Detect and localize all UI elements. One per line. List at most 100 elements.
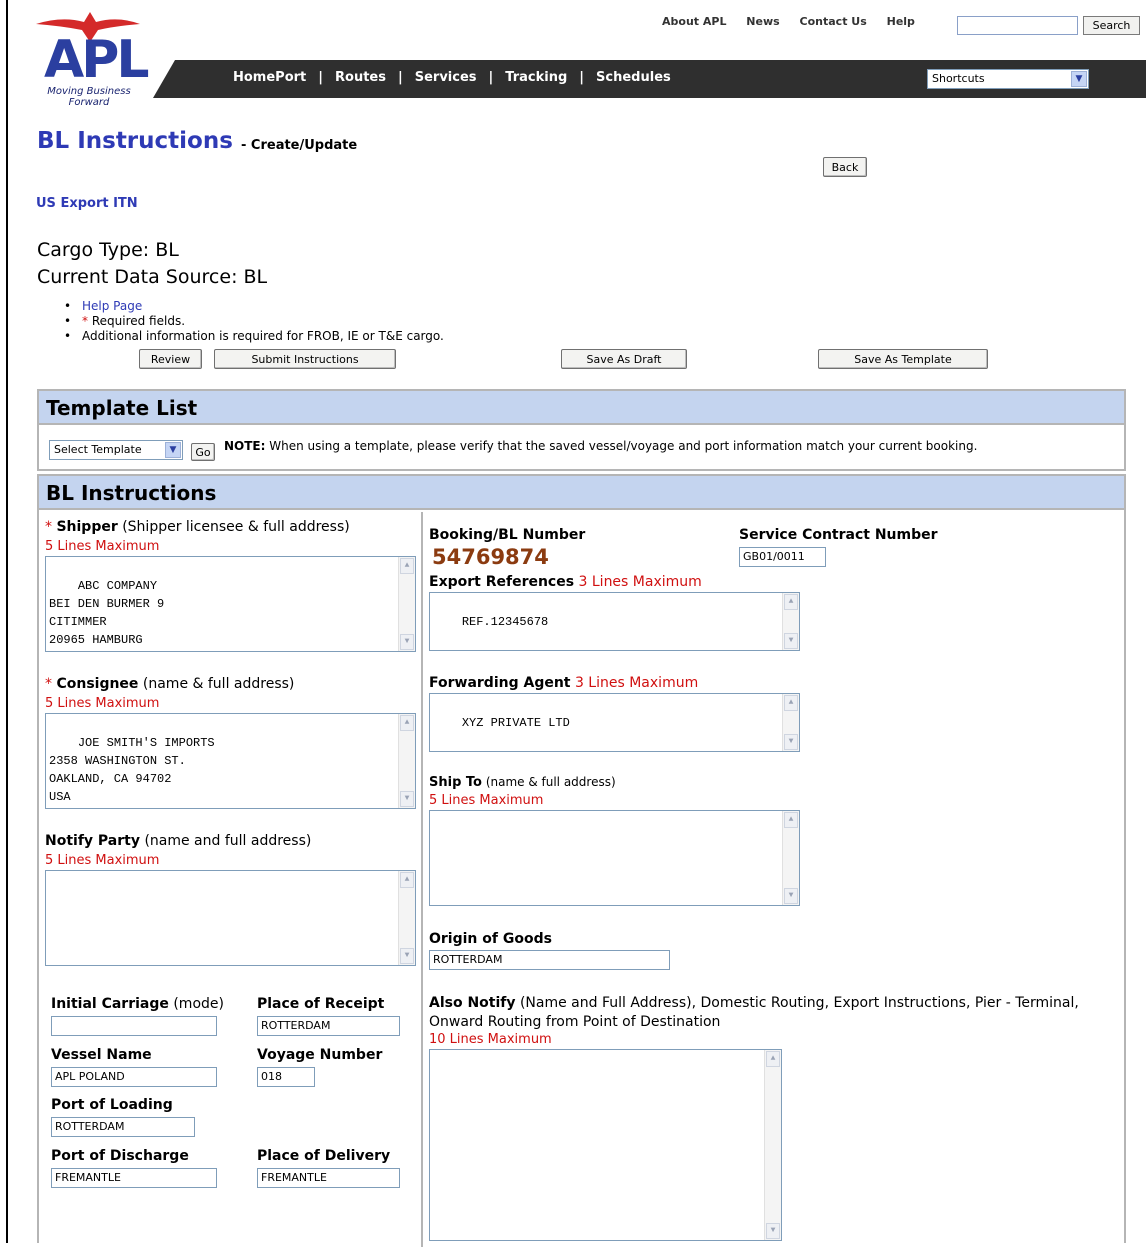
also-notify-max: 10 Lines Maximum	[429, 1032, 552, 1047]
scrollbar[interactable]: ▲ ▼	[764, 1050, 781, 1240]
scrollbar[interactable]: ▲ ▼	[398, 714, 415, 808]
scroll-down-icon[interactable]: ▼	[400, 634, 414, 650]
scroll-up-icon[interactable]: ▲	[400, 715, 414, 731]
voyage-number-input[interactable]: 018	[257, 1067, 315, 1087]
scroll-up-icon[interactable]: ▲	[400, 872, 414, 888]
news-link[interactable]: News	[746, 15, 779, 28]
note-label: NOTE:	[224, 439, 266, 453]
booking-title: Booking/BL Number	[429, 527, 586, 543]
info-list: Help Page * Required fields. Additional …	[64, 299, 444, 344]
nav-cap	[153, 60, 175, 98]
scroll-up-icon[interactable]: ▲	[784, 594, 798, 610]
nav-routes[interactable]: Routes	[335, 70, 386, 85]
scroll-down-icon[interactable]: ▼	[784, 633, 798, 649]
origin-of-goods-input[interactable]: ROTTERDAM	[429, 950, 670, 970]
scroll-down-icon[interactable]: ▼	[784, 888, 798, 904]
shipper-hint: (Shipper licensee & full address)	[122, 519, 350, 535]
save-as-template-button[interactable]: Save As Template	[818, 349, 988, 369]
nav-separator: |	[397, 70, 403, 85]
scroll-up-icon[interactable]: ▲	[400, 558, 414, 574]
nav-services[interactable]: Services	[415, 70, 477, 85]
scroll-down-icon[interactable]: ▼	[784, 734, 798, 750]
initial-carriage-label: Initial Carriage (mode)	[51, 996, 224, 1012]
port-of-loading-input[interactable]: ROTTERDAM	[51, 1117, 195, 1137]
template-list-heading: Template List	[39, 391, 1124, 425]
export-references-label: Export References 3 Lines Maximum	[429, 574, 702, 590]
forwarding-agent-label: Forwarding Agent 3 Lines Maximum	[429, 675, 698, 691]
nav-homeport[interactable]: HomePort	[233, 70, 306, 85]
scrollbar[interactable]: ▲ ▼	[782, 593, 799, 650]
submit-instructions-button[interactable]: Submit Instructions	[214, 349, 396, 369]
ship-to-hint: (name & full address)	[485, 775, 616, 789]
initial-carriage-input[interactable]	[51, 1016, 217, 1036]
nav-schedules[interactable]: Schedules	[596, 70, 671, 85]
notify-party-label: Notify Party (name and full address)	[45, 833, 311, 849]
about-apl-link[interactable]: About APL	[662, 15, 726, 28]
select-template-dropdown[interactable]: Select Template ▼	[49, 440, 183, 460]
service-contract-title: Service Contract Number	[739, 527, 938, 543]
vessel-name-input[interactable]: APL POLAND	[51, 1067, 217, 1087]
place-of-delivery-title: Place of Delivery	[257, 1148, 391, 1164]
shipper-label: * Shipper (Shipper licensee & full addre…	[45, 519, 350, 535]
shipper-max: 5 Lines Maximum	[45, 539, 160, 554]
also-notify-textarea[interactable]: ▲ ▼	[429, 1049, 782, 1241]
apl-logo[interactable]: APL Moving Business Forward	[30, 10, 160, 108]
chevron-down-icon[interactable]: ▼	[165, 442, 181, 458]
port-of-loading-title: Port of Loading	[51, 1097, 173, 1113]
export-refs-max: 3 Lines Maximum	[578, 574, 702, 590]
save-as-draft-button[interactable]: Save As Draft	[561, 349, 687, 369]
nav-separator: |	[579, 70, 585, 85]
notify-hint: (name and full address)	[144, 833, 312, 849]
consignee-hint: (name & full address)	[142, 676, 295, 692]
search-input[interactable]	[957, 16, 1078, 35]
back-button[interactable]: Back	[823, 157, 867, 177]
go-button[interactable]: Go	[191, 443, 215, 461]
scroll-down-icon[interactable]: ▼	[400, 791, 414, 807]
scrollbar[interactable]: ▲ ▼	[398, 871, 415, 965]
scroll-up-icon[interactable]: ▲	[784, 695, 798, 711]
main-nav: HomePort | Routes | Services | Tracking | Schedu…	[153, 60, 1146, 98]
ship-to-textarea[interactable]: ▲ ▼	[429, 810, 800, 906]
forwarding-agent-textarea[interactable]: XYZ PRIVATE LTD ▲ ▼	[429, 693, 800, 752]
place-of-receipt-input[interactable]: ROTTERDAM	[257, 1016, 400, 1036]
scroll-down-icon[interactable]: ▼	[766, 1223, 780, 1239]
contact-us-link[interactable]: Contact Us	[800, 15, 867, 28]
origin-of-goods-label: Origin of Goods	[429, 931, 552, 947]
scroll-up-icon[interactable]: ▲	[784, 812, 798, 828]
forwarding-agent-title: Forwarding Agent	[429, 675, 571, 691]
port-of-discharge-input[interactable]: FREMANTLE	[51, 1168, 217, 1188]
place-of-delivery-label: Place of Delivery	[257, 1148, 390, 1164]
required-text: Required fields.	[91, 314, 186, 328]
info-item: * Required fields.	[64, 314, 444, 329]
column-divider	[421, 512, 423, 1247]
place-of-delivery-input[interactable]: FREMANTLE	[257, 1168, 400, 1188]
us-export-itn-link[interactable]: US Export ITN	[36, 196, 138, 211]
review-button[interactable]: Review	[139, 349, 202, 369]
shipper-textarea[interactable]: ABC COMPANY BEI DEN BURMER 9 CITIMMER 20…	[45, 556, 416, 652]
help-page-link[interactable]: Help Page	[82, 299, 142, 313]
chevron-down-icon[interactable]: ▼	[1071, 71, 1087, 87]
nav-items: HomePort | Routes | Services | Tracking | Schedu…	[233, 70, 671, 85]
scroll-down-icon[interactable]: ▼	[400, 948, 414, 964]
data-source: Current Data Source: BL	[37, 266, 268, 288]
shortcuts-select[interactable]: Shortcuts ▼	[927, 69, 1089, 89]
scrollbar[interactable]: ▲ ▼	[782, 811, 799, 905]
consignee-textarea[interactable]: JOE SMITH'S IMPORTS 2358 WASHINGTON ST. …	[45, 713, 416, 809]
notify-party-textarea[interactable]: ▲ ▼	[45, 870, 416, 966]
scrollbar[interactable]: ▲ ▼	[782, 694, 799, 751]
select-template-value: Select Template	[54, 443, 142, 456]
vessel-name-title: Vessel Name	[51, 1047, 152, 1063]
info-item: Help Page	[64, 299, 444, 314]
required-star: *	[45, 676, 52, 692]
also-notify-label: Also Notify (Name and Full Address), Dom…	[429, 994, 1079, 1032]
search-button[interactable]: Search	[1083, 16, 1140, 35]
export-references-textarea[interactable]: REF.12345678 ▲ ▼	[429, 592, 800, 651]
scrollbar[interactable]: ▲ ▼	[398, 557, 415, 651]
help-link[interactable]: Help	[887, 15, 915, 28]
initial-carriage-hint: (mode)	[173, 996, 224, 1012]
nav-tracking[interactable]: Tracking	[505, 70, 567, 85]
service-contract-input[interactable]: GB01/0011	[739, 547, 826, 567]
shipper-value: ABC COMPANY BEI DEN BURMER 9 CITIMMER 20…	[49, 579, 165, 647]
notify-max: 5 Lines Maximum	[45, 853, 160, 868]
scroll-up-icon[interactable]: ▲	[766, 1051, 780, 1067]
